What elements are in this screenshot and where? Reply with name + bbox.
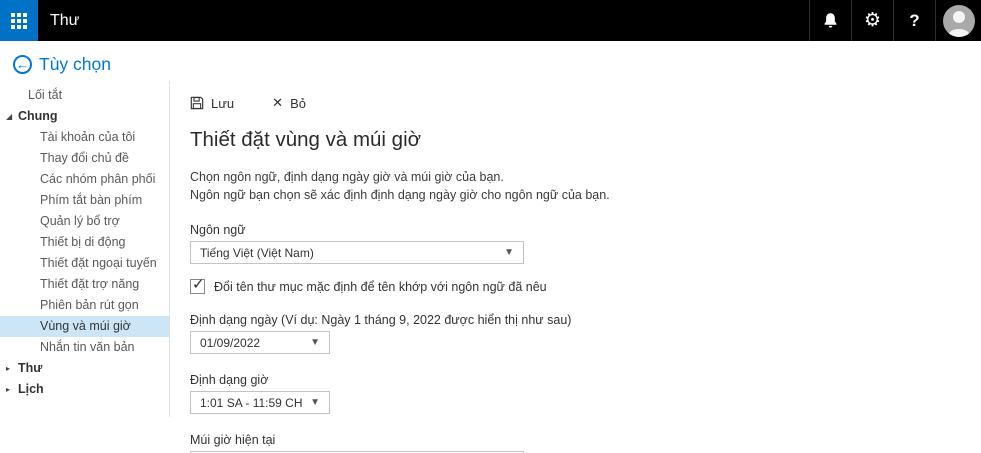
nav-item-manage-addins[interactable]: Quản lý bổ trợ xyxy=(0,211,169,232)
timezone-label: Múi giờ hiện tại xyxy=(190,433,981,447)
time-format-label: Định dạng giờ xyxy=(190,373,981,387)
save-button[interactable]: Lưu xyxy=(190,96,234,111)
toolbar: Lưu ✕ Bỏ xyxy=(190,91,981,115)
nav-item-accessibility-settings[interactable]: Thiết đặt trợ năng xyxy=(0,274,169,295)
nav-item-light-version[interactable]: Phiên bản rút gọn xyxy=(0,295,169,316)
nav-item-change-theme[interactable]: Thay đổi chủ đề xyxy=(0,148,169,169)
chevron-down-icon: ▼ xyxy=(310,337,320,348)
nav-item-region-timezone[interactable]: Vùng và múi giờ xyxy=(0,316,169,337)
nav-item-keyboard-shortcuts[interactable]: Phím tắt bàn phím xyxy=(0,190,169,211)
topbar: Thư ⚙ ? xyxy=(0,0,981,41)
nav-item-distribution-groups[interactable]: Các nhóm phân phối xyxy=(0,169,169,190)
help-icon: ? xyxy=(909,11,919,31)
language-label: Ngôn ngữ xyxy=(190,223,981,237)
description: Chọn ngôn ngữ, định dạng ngày giờ và múi… xyxy=(190,168,981,204)
description-line-2: Ngôn ngữ bạn chọn sẽ xác định định dạng … xyxy=(190,186,981,204)
app-launcher-button[interactable] xyxy=(0,0,38,41)
notifications-button[interactable] xyxy=(809,0,851,41)
back-arrow-icon: ← xyxy=(16,57,29,72)
avatar-person-icon xyxy=(953,11,965,23)
check-icon: ✓ xyxy=(192,275,205,293)
chevron-down-icon: ▼ xyxy=(504,247,514,258)
save-label: Lưu xyxy=(211,96,234,111)
page-title: Thiết đặt vùng và múi giờ xyxy=(190,128,981,152)
language-dropdown[interactable]: Tiếng Việt (Việt Nam) ▼ xyxy=(190,241,524,264)
options-nav: Lối tắt ◢Chung Tài khoản của tôi Thay đổ… xyxy=(0,81,170,417)
rename-folders-label: Đổi tên thư mục mặc định để tên khớp với… xyxy=(214,280,547,294)
chevron-down-icon: ▼ xyxy=(310,397,320,408)
settings-panel: Lưu ✕ Bỏ Thiết đặt vùng và múi giờ Chọn … xyxy=(170,81,981,452)
time-format-dropdown[interactable]: 1:01 SA - 11:59 CH ▼ xyxy=(190,391,330,414)
time-format-value: 1:01 SA - 11:59 CH xyxy=(200,396,303,410)
back-button[interactable]: ← xyxy=(13,55,32,74)
date-format-label: Định dạng ngày (Ví dụ: Ngày 1 tháng 9, 2… xyxy=(190,313,981,327)
nav-item-shortcuts[interactable]: Lối tắt xyxy=(0,85,169,106)
discard-button[interactable]: ✕ Bỏ xyxy=(272,95,306,111)
collapse-icon: ▸ xyxy=(6,358,16,379)
close-icon: ✕ xyxy=(272,95,283,111)
options-header: ← Tùy chọn xyxy=(0,41,981,81)
bell-icon xyxy=(822,12,839,29)
rename-folders-checkbox[interactable]: ✓ xyxy=(190,279,205,294)
discard-label: Bỏ xyxy=(290,96,306,111)
app-title: Thư xyxy=(38,0,809,41)
gear-icon: ⚙ xyxy=(864,11,881,30)
expand-icon: ◢ xyxy=(6,106,16,127)
nav-item-offline-settings[interactable]: Thiết đặt ngoại tuyến xyxy=(0,253,169,274)
date-format-value: 01/09/2022 xyxy=(200,336,260,350)
options-title[interactable]: Tùy chọn xyxy=(39,54,111,75)
help-button[interactable]: ? xyxy=(893,0,935,41)
nav-item-mobile-devices[interactable]: Thiết bị di động xyxy=(0,232,169,253)
avatar[interactable] xyxy=(943,5,975,37)
date-format-dropdown[interactable]: 01/09/2022 ▼ xyxy=(190,331,330,354)
nav-group-mail[interactable]: ▸Thư xyxy=(0,358,169,379)
nav-item-text-messaging[interactable]: Nhắn tin văn bản xyxy=(0,337,169,358)
nav-item-my-account[interactable]: Tài khoản của tôi xyxy=(0,127,169,148)
settings-button[interactable]: ⚙ xyxy=(851,0,893,41)
rename-folders-row: ✓ Đổi tên thư mục mặc định để tên khớp v… xyxy=(190,279,981,294)
account-button[interactable] xyxy=(935,0,981,41)
save-icon xyxy=(190,96,204,110)
nav-group-calendar[interactable]: ▸Lịch xyxy=(0,379,169,400)
app-launcher-icon xyxy=(11,13,27,29)
language-value: Tiếng Việt (Việt Nam) xyxy=(200,246,314,260)
nav-group-general[interactable]: ◢Chung xyxy=(0,106,169,127)
description-line-1: Chọn ngôn ngữ, định dạng ngày giờ và múi… xyxy=(190,168,981,186)
collapse-icon: ▸ xyxy=(6,379,16,400)
